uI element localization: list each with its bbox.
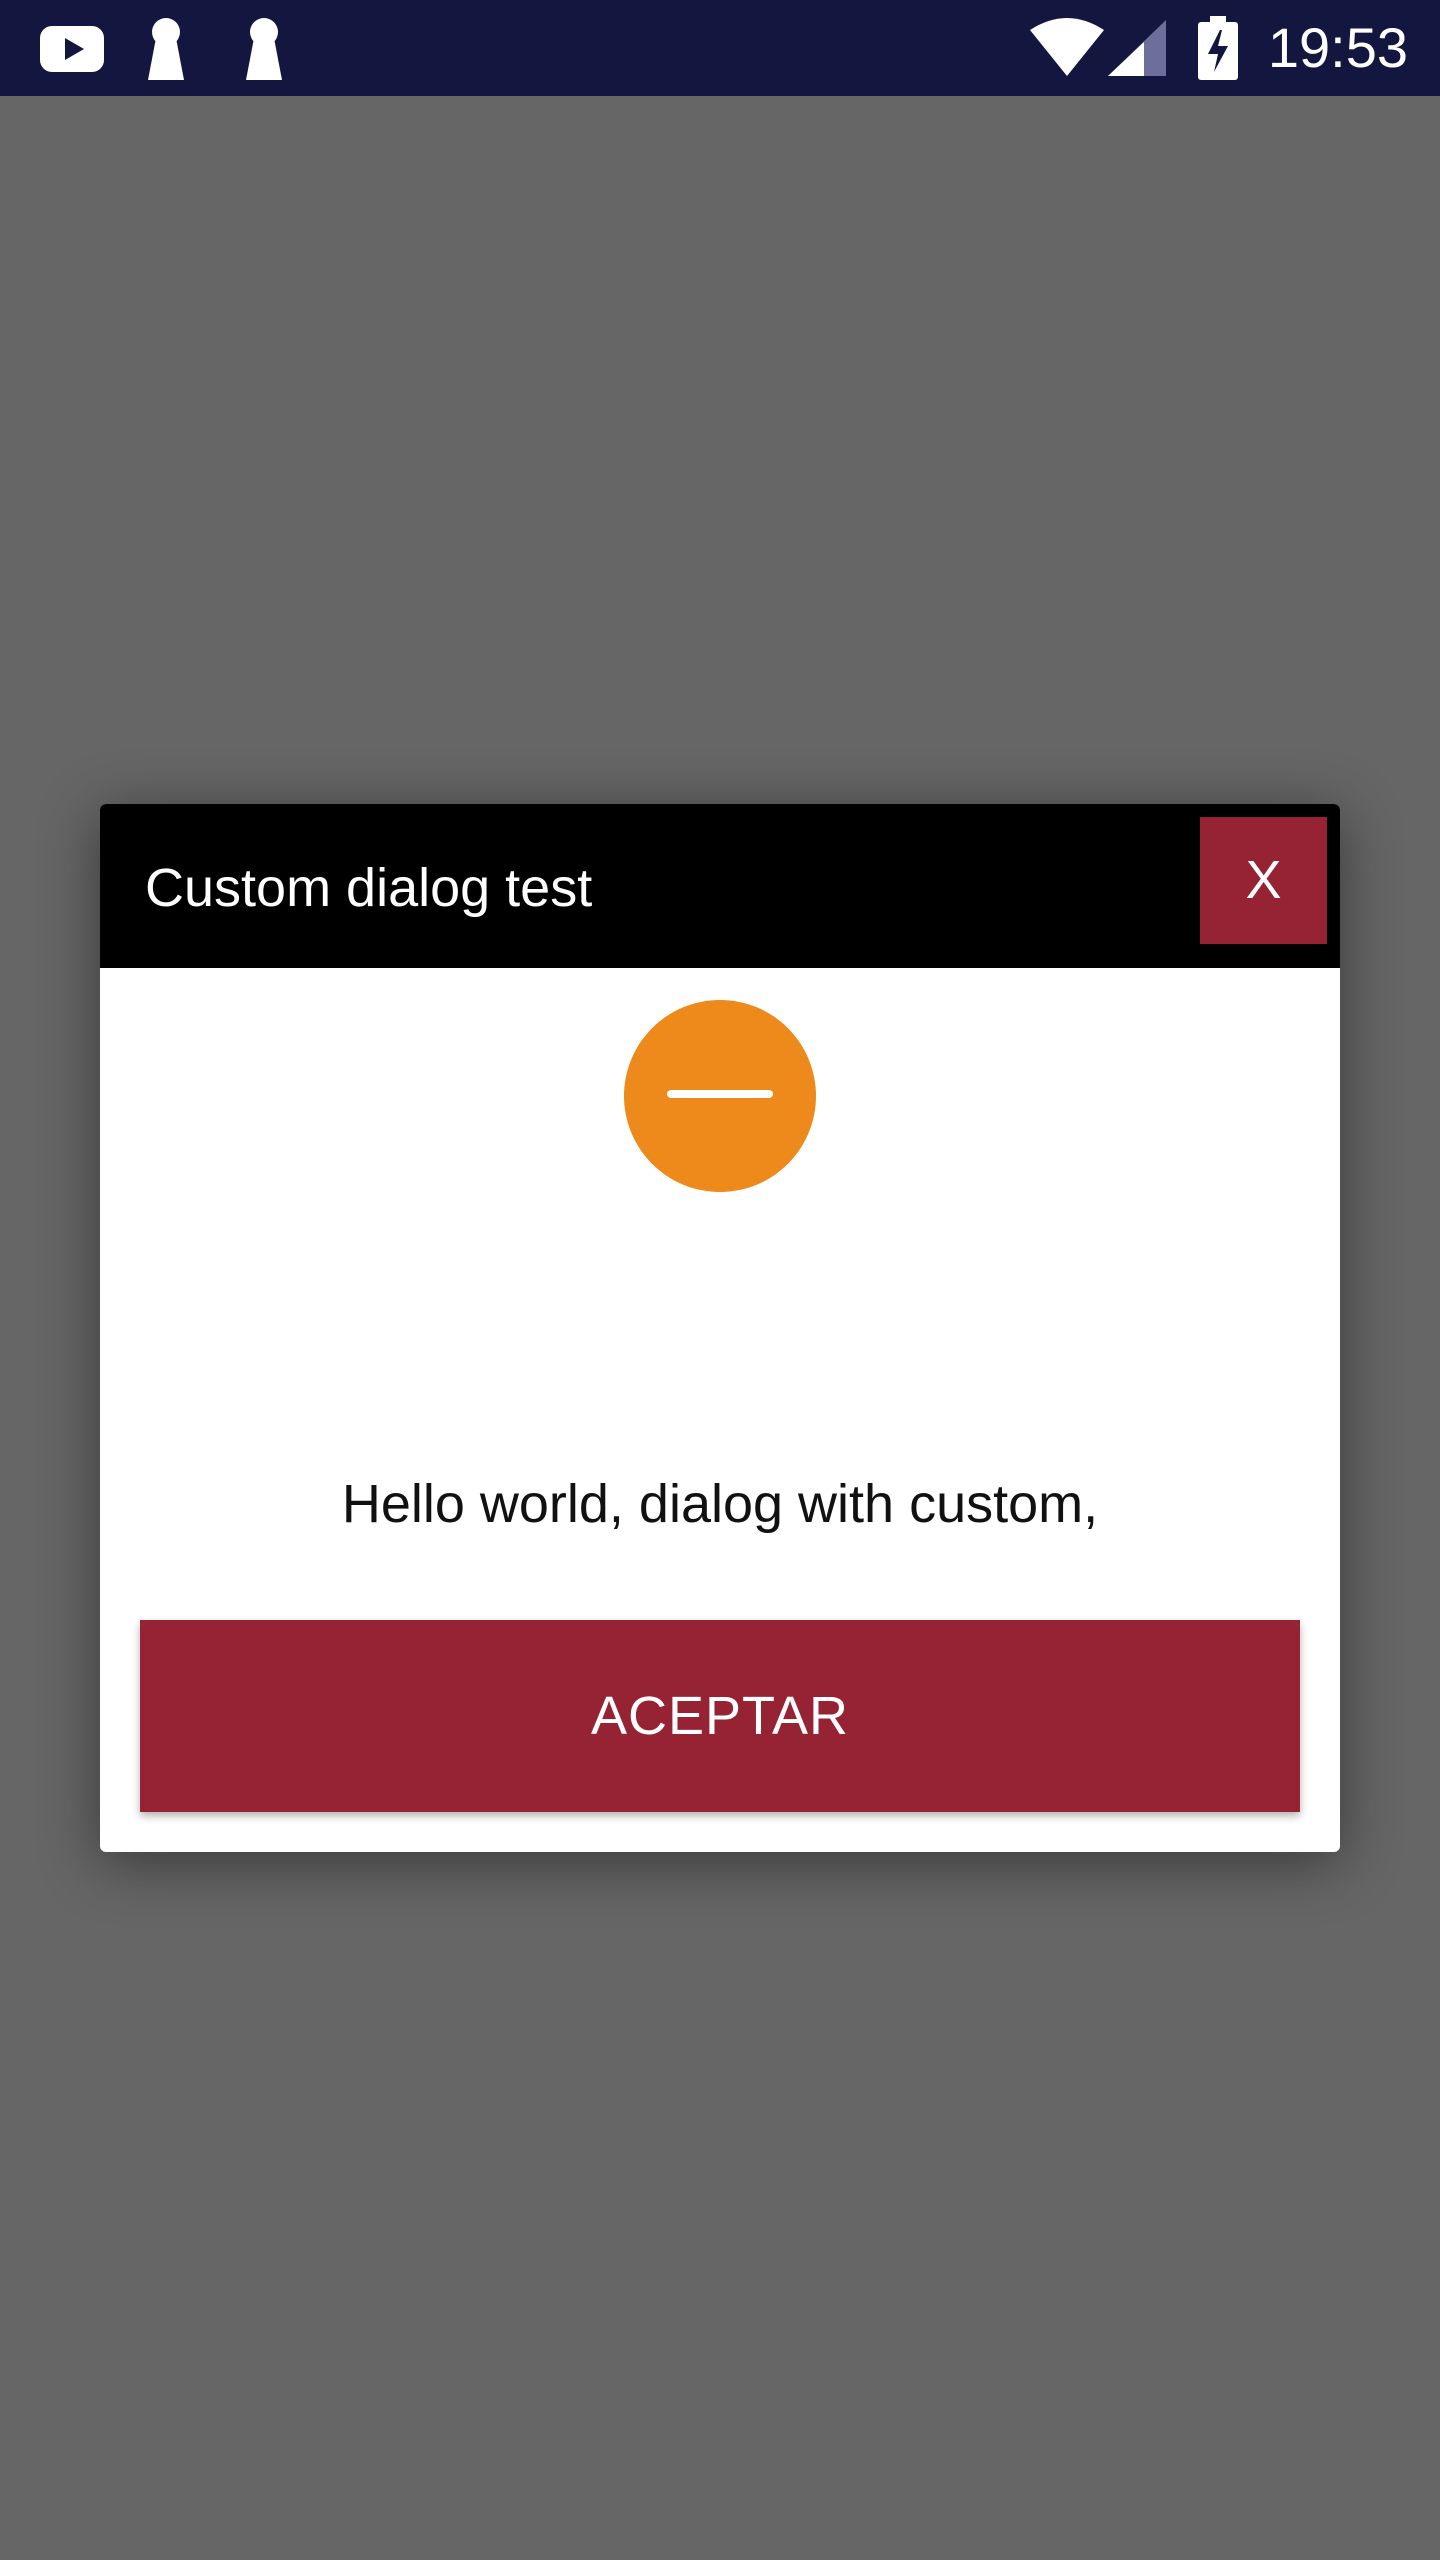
- custom-dialog: Custom dialog test X Hello world, dialog…: [100, 804, 1340, 1852]
- dialog-title: Custom dialog test: [145, 858, 593, 918]
- status-time: 19:53: [1267, 16, 1408, 79]
- close-button[interactable]: X: [1200, 817, 1327, 944]
- cell-signal-icon: [1108, 20, 1166, 76]
- dialog-message: Hello world, dialog with custom,: [341, 1474, 1099, 1534]
- wifi-icon: [1030, 18, 1104, 76]
- minus-dash: [667, 1090, 773, 1098]
- dialog-header: Custom dialog test X: [100, 804, 1340, 968]
- keyhole-icon: [246, 18, 282, 80]
- youtube-icon: [40, 26, 104, 72]
- keyhole-icon: [148, 18, 184, 80]
- battery-charging-icon: [1198, 16, 1238, 80]
- accept-button[interactable]: ACEPTAR: [140, 1620, 1300, 1812]
- status-bar: 19:53: [0, 0, 1440, 96]
- minus-circle-icon: [624, 1000, 816, 1192]
